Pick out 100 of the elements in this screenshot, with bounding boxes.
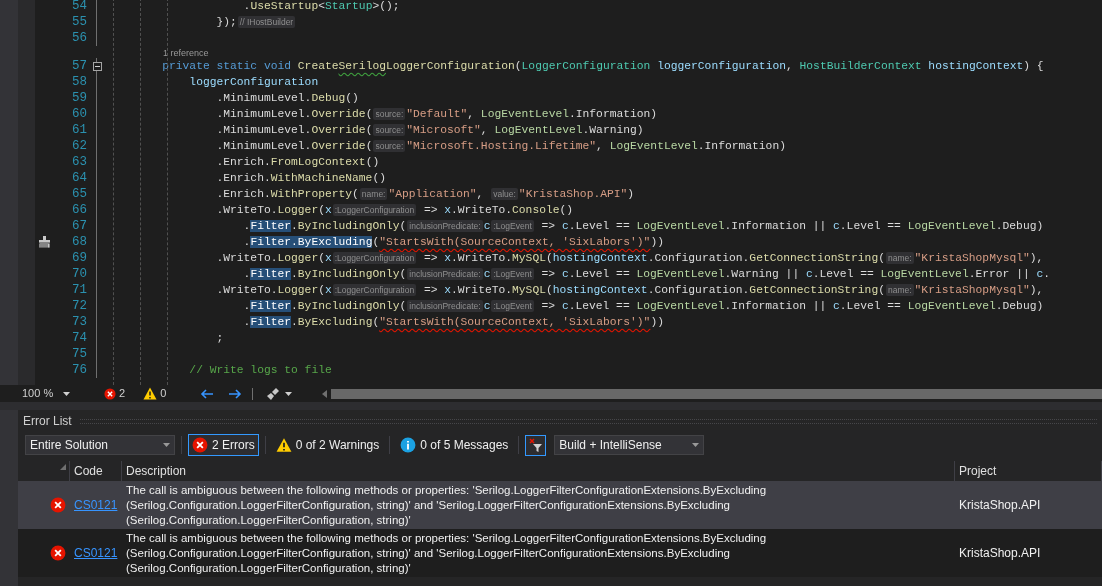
- code-text: .Filter.ByExcluding("StartsWith(SourceContext, 'SixLabors')")): [242, 235, 664, 250]
- line-number: 57: [71, 57, 87, 75]
- inline-hint: name:: [885, 284, 914, 296]
- error-count-button[interactable]: 2: [104, 385, 126, 402]
- line-number: 55: [71, 13, 87, 31]
- code-text: => x.WriteTo.MySQL(hostingContext.Configuration.GetConnectionString(: [422, 251, 885, 266]
- error-code-link[interactable]: CS0121: [74, 545, 118, 560]
- code-text: .Enrich.FromLogContext(): [215, 155, 380, 170]
- project-name: KristaShop.API: [959, 545, 1041, 560]
- inline-hint: source:: [373, 124, 406, 136]
- line-number: 68: [71, 233, 87, 251]
- code-text: "Microsoft", LogEventLevel.Warning): [406, 123, 644, 138]
- code-text: .WriteTo.Logger(x: [215, 251, 332, 266]
- inline-hint: :LoggerConfiguration: [332, 204, 417, 216]
- project-name: KristaShop.API: [959, 497, 1041, 512]
- code-text: ;: [215, 331, 224, 346]
- code-text: .Enrich.WithProperty(: [215, 187, 359, 202]
- caret-icon: [692, 443, 700, 447]
- code-text: => c.Level == LogEventLevel.Warning || c.Level == LogEventLevel.Error || c.: [540, 267, 1051, 282]
- info-icon: [400, 437, 417, 453]
- error-row[interactable]: [18, 481, 1102, 529]
- code-text: "KristaShopMysql"),: [914, 251, 1044, 266]
- filter-toggle[interactable]: 0 of 2 Warnings: [271, 434, 384, 456]
- line-number: 66: [71, 201, 87, 219]
- code-text: "Default", LogEventLevel.Information): [406, 107, 658, 122]
- line-number: 54: [71, 0, 87, 15]
- inline-hint: inclusionPredicate:: [407, 220, 483, 232]
- error-icon: [192, 437, 208, 453]
- code-text: => x.WriteTo.MySQL(hostingContext.Configuration.GetConnectionString(: [422, 283, 885, 298]
- inline-hint: :LogEvent: [491, 220, 534, 232]
- line-number: 75: [71, 345, 87, 363]
- line-number: 76: [71, 361, 87, 379]
- code-text: .MinimumLevel.Override(: [215, 123, 373, 138]
- inline-hint: name:: [359, 188, 388, 200]
- line-number: 74: [71, 329, 87, 347]
- horizontal-scrollbar[interactable]: [331, 388, 1102, 399]
- line-number: 59: [71, 89, 87, 107]
- error-icon: [104, 387, 116, 400]
- code-text: => c.Level == LogEventLevel.Information || c.Level == LogEventLevel.Debug): [540, 299, 1044, 314]
- scope-dropdown[interactable]: Entire Solution: [25, 435, 175, 455]
- filter-toggle[interactable]: 0 of 5 Messages: [396, 434, 513, 456]
- inline-hint: source:: [373, 108, 406, 120]
- error-description: The call is ambiguous between the following methods or properties: 'Serilog.LoggerFilterConfigurationExtensions.ByExcluding (Serilog.Configuration.LoggerFilterConfiguration, string)' and 'Serilog.LoggerFilterConfigurationExtensions.ByExcluding (Serilog.Configuration.LoggerFilterConfiguration, string)': [126, 530, 768, 576]
- collapse-icon[interactable]: [92, 61, 102, 71]
- error-row[interactable]: [18, 529, 1102, 577]
- back-arrow-icon[interactable]: [200, 388, 215, 399]
- filter-toggle[interactable]: 2 Errors: [188, 434, 259, 456]
- code-text: .Filter.ByIncludingOnly(: [242, 219, 407, 234]
- brush-icon: [267, 387, 281, 400]
- error-description: The call is ambiguous between the following methods or properties: 'Serilog.LoggerFilterConfigurationExtensions.ByExcluding (Serilog.Configuration.LoggerFilterConfiguration, string)' and 'Serilog.LoggerFilterConfigurationExtensions.ByExcluding (Serilog.Configuration.LoggerFilterConfiguration, string)': [126, 482, 768, 528]
- scroll-left-icon[interactable]: [322, 389, 328, 398]
- code-text: .WriteTo.Logger(x: [215, 203, 332, 218]
- code-text: private static void CreateSerilogLoggerConfiguration(LoggerConfiguration loggerConfiguration, HostBuilderContext hostingContext) {: [161, 59, 1044, 74]
- inline-hint: value:: [491, 188, 518, 200]
- inline-hint: source:: [373, 140, 406, 152]
- code-text: .Filter.ByExcluding("StartsWith(SourceContext, 'SixLabors')")): [242, 315, 664, 330]
- code-text: .WriteTo.Logger(x: [215, 283, 332, 298]
- brush-dropdown[interactable]: [267, 387, 293, 400]
- sort-grip-icon[interactable]: [60, 464, 66, 470]
- inline-hint: name:: [885, 252, 914, 264]
- code-lens-text[interactable]: 1 reference: [107, 48, 209, 58]
- line-number: 58: [71, 73, 87, 91]
- inline-hint: inclusionPredicate:: [407, 300, 483, 312]
- inline-hint: inclusionPredicate:: [407, 268, 483, 280]
- caret-icon: [63, 391, 71, 396]
- line-number: 67: [71, 217, 87, 235]
- clear-filter-button[interactable]: [525, 434, 547, 456]
- inline-hint: :LoggerConfiguration: [332, 252, 417, 264]
- source-dropdown[interactable]: Build + IntelliSense: [554, 435, 705, 455]
- line-number: 62: [71, 137, 87, 155]
- forward-arrow-icon[interactable]: [228, 388, 243, 399]
- warning-count-button[interactable]: 0: [143, 385, 167, 402]
- code-text: c: [483, 267, 491, 282]
- code-text: c: [483, 299, 491, 314]
- code-text: .Filter.ByIncludingOnly(: [242, 299, 407, 314]
- line-number: 63: [71, 153, 87, 171]
- line-number: 71: [71, 281, 87, 299]
- warning-icon: [275, 437, 292, 453]
- inline-hint: // IHostBuilder: [237, 16, 296, 28]
- caret-icon: [163, 443, 170, 447]
- inline-hint: :LoggerConfiguration: [332, 284, 417, 296]
- code-text: "KristaShopMysql"),: [914, 283, 1044, 298]
- code-text: .Filter.ByIncludingOnly(: [242, 267, 407, 282]
- line-number: 73: [71, 313, 87, 331]
- error-icon: [50, 545, 66, 561]
- error-icon: [50, 497, 66, 513]
- code-text: => x.WriteTo.Console(): [422, 203, 574, 218]
- code-text: "KristaShop.API"): [518, 187, 635, 202]
- code-text: "Application",: [388, 187, 485, 202]
- line-number: 56: [71, 29, 87, 47]
- zoom-dropdown[interactable]: 100 %: [22, 385, 82, 402]
- line-number: 70: [71, 265, 87, 283]
- brush-icon[interactable]: [37, 236, 51, 248]
- line-number: 65: [71, 185, 87, 203]
- line-number: 60: [71, 105, 87, 123]
- line-number: 64: [71, 169, 87, 187]
- panel-title: Error List: [23, 413, 72, 430]
- line-number: 69: [71, 249, 87, 267]
- code-text: c: [483, 219, 491, 234]
- code-text: "Microsoft.Hosting.Lifetime", LogEventLevel.Information): [406, 139, 786, 154]
